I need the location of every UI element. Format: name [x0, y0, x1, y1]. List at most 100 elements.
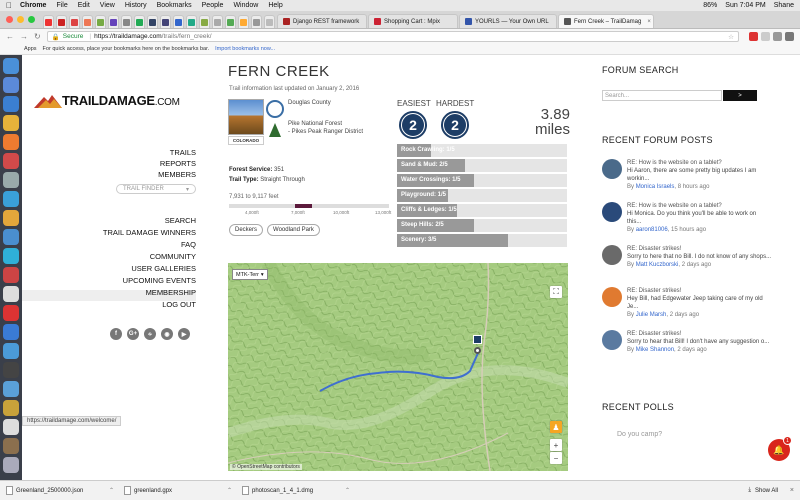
google-plus-icon[interactable]: G+: [127, 328, 139, 340]
nav-upcoming-events[interactable]: UPCOMING EVENTS: [103, 275, 196, 287]
menu-view[interactable]: View: [100, 2, 115, 9]
nav-log-out[interactable]: LOG OUT: [103, 299, 196, 311]
map-attribution[interactable]: © OpenStreetMap contributors: [230, 464, 302, 470]
post-title[interactable]: RE: How is the website on a tablet?: [627, 159, 772, 167]
forum-post[interactable]: RE: How is the website on a tablet? Hi Mo…: [602, 202, 772, 234]
firefox-icon[interactable]: [3, 134, 19, 150]
terminal-icon[interactable]: [3, 362, 19, 378]
zoom-in-button[interactable]: +: [550, 439, 562, 451]
post-title[interactable]: RE: Disaster strikes!: [627, 330, 769, 338]
reload-icon[interactable]: ↻: [34, 32, 41, 41]
post-author-link[interactable]: aaron81006: [636, 227, 668, 233]
town-chip[interactable]: Woodland Park: [267, 224, 320, 236]
forum-post[interactable]: RE: How is the website on a tablet? Hi Aa…: [602, 159, 772, 191]
facebook-icon[interactable]: f: [110, 328, 122, 340]
browser-tab[interactable]: YOURLS — Your Own URL: [459, 14, 557, 28]
pinned-tab[interactable]: [264, 15, 275, 28]
nav-membership[interactable]: MEMBERSHIP: [103, 287, 196, 299]
show-all-downloads[interactable]: ⤓ Show All: [748, 487, 778, 494]
app-icon[interactable]: [3, 438, 19, 454]
forward-icon[interactable]: →: [20, 32, 28, 41]
post-author-link[interactable]: Julie Marsh: [636, 312, 667, 318]
pinned-tab[interactable]: [69, 15, 80, 28]
address-bar[interactable]: 🔒 Secure | https://traildamage.com /trai…: [46, 31, 739, 42]
finder-icon[interactable]: [3, 58, 19, 74]
pinned-tab[interactable]: [95, 15, 106, 28]
pinned-tab[interactable]: [134, 15, 145, 28]
pinned-tab[interactable]: [225, 15, 236, 28]
app-icon[interactable]: [3, 229, 19, 245]
post-title[interactable]: RE: Disaster strikes!: [627, 245, 771, 253]
avatar[interactable]: [602, 202, 622, 222]
star-icon[interactable]: ☆: [728, 33, 734, 41]
avatar[interactable]: [602, 245, 622, 265]
menu-window[interactable]: Window: [233, 2, 258, 9]
menu-edit[interactable]: Edit: [78, 2, 90, 9]
back-icon[interactable]: ←: [6, 32, 14, 41]
extension-icon[interactable]: [761, 32, 770, 41]
youtube-icon[interactable]: ▶: [178, 328, 190, 340]
pinned-tab[interactable]: [251, 15, 262, 28]
rss-icon[interactable]: ∻: [144, 328, 156, 340]
post-author-link[interactable]: Matt Kuczborski: [636, 262, 679, 268]
county-name[interactable]: Douglas County: [288, 100, 331, 106]
gpx-icon[interactable]: ◉: [161, 328, 173, 340]
trash-icon[interactable]: [3, 457, 19, 473]
app-icon[interactable]: [3, 343, 19, 359]
menu-help[interactable]: Help: [268, 2, 282, 9]
nav-trails[interactable]: TRAILS: [158, 147, 196, 158]
ranger-district[interactable]: - Pikes Peak Ranger District: [288, 128, 363, 136]
post-title[interactable]: RE: How is the website on a tablet?: [627, 202, 772, 210]
chevron-up-icon[interactable]: ⌃: [345, 487, 350, 494]
menu-icon[interactable]: [785, 32, 794, 41]
pinned-tab[interactable]: [121, 15, 132, 28]
chrome-icon[interactable]: [3, 115, 19, 131]
app-icon[interactable]: [3, 324, 19, 340]
trail-finder-select[interactable]: TRAIL FINDER ▾: [116, 184, 196, 194]
pinned-tab[interactable]: [199, 15, 210, 28]
nav-reports[interactable]: REPORTS: [158, 158, 196, 169]
browser-tab[interactable]: Shopping Cart : Mpix: [368, 14, 458, 28]
poll-question[interactable]: Do you camp?: [617, 431, 662, 438]
download-item[interactable]: Greenland_2500000.json ⌃: [6, 486, 114, 495]
map-type-select[interactable]: MTK-Terr ▾: [232, 269, 268, 280]
minimize-window-button[interactable]: [17, 16, 24, 23]
app-icon[interactable]: [3, 381, 19, 397]
clock[interactable]: Sun 7:04 PM: [725, 2, 765, 9]
pinned-tab[interactable]: [212, 15, 223, 28]
menu-bookmarks[interactable]: Bookmarks: [157, 2, 192, 9]
close-downloads-icon[interactable]: ×: [790, 487, 794, 494]
street-view-pegman-icon[interactable]: ♟: [550, 421, 562, 433]
pinned-tab[interactable]: [238, 15, 249, 28]
app-icon[interactable]: [3, 267, 19, 283]
pinned-tab[interactable]: [186, 15, 197, 28]
import-bookmarks-link[interactable]: Import bookmarks now...: [215, 46, 275, 52]
extension-icon[interactable]: [773, 32, 782, 41]
pinned-tab[interactable]: [173, 15, 184, 28]
app-icon[interactable]: [3, 286, 19, 302]
forum-post[interactable]: RE: Disaster strikes! Sorry to here that …: [602, 245, 772, 269]
user-name[interactable]: Shane: [774, 2, 794, 9]
app-icon[interactable]: [3, 419, 19, 435]
forest-name[interactable]: Pike National Forest: [288, 120, 363, 128]
zoom-window-button[interactable]: [28, 16, 35, 23]
notifications-button[interactable]: 🔔 1: [768, 436, 792, 461]
pinned-tab[interactable]: [43, 15, 54, 28]
nav-search[interactable]: SEARCH: [103, 215, 196, 227]
site-logo[interactable]: TRAILDAMAGE.COM: [34, 93, 180, 108]
forum-post[interactable]: RE: Disaster strikes! Hey Bill, had Edgew…: [602, 287, 772, 319]
menu-people[interactable]: People: [202, 2, 224, 9]
nav-trail-damage-winners[interactable]: TRAIL DAMAGE WINNERS: [103, 227, 196, 239]
menu-file[interactable]: File: [56, 2, 67, 9]
post-author-link[interactable]: Monica Israels: [636, 184, 675, 190]
trailhead-marker-icon[interactable]: [473, 335, 482, 344]
pinned-tab[interactable]: [82, 15, 93, 28]
pinned-tab[interactable]: [108, 15, 119, 28]
nav-community[interactable]: COMMUNITY: [103, 251, 196, 263]
pinned-tab[interactable]: [160, 15, 171, 28]
menu-app-name[interactable]: Chrome: [20, 2, 46, 9]
chevron-up-icon[interactable]: ⌃: [109, 487, 114, 494]
fullscreen-button[interactable]: ⛶: [550, 286, 562, 298]
apps-shortcut[interactable]: Apps: [24, 46, 37, 52]
app-icon[interactable]: [3, 210, 19, 226]
